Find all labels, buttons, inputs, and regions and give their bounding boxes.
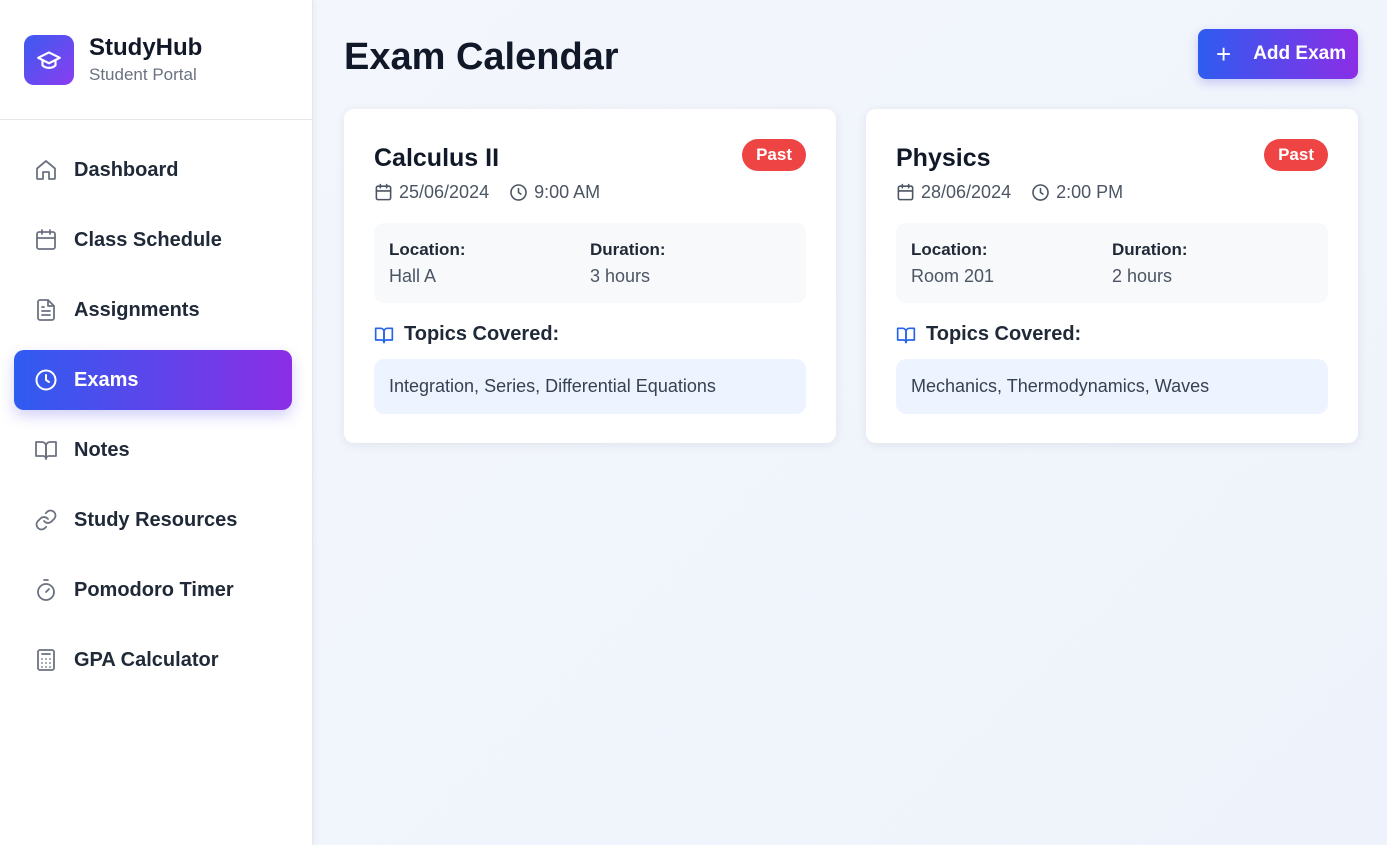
exam-meta: 28/06/2024 2:00 PM [896, 182, 1328, 203]
add-exam-label: Add Exam [1253, 43, 1347, 64]
sidebar-item-class-schedule[interactable]: Class Schedule [14, 210, 292, 270]
home-icon [34, 158, 58, 182]
calendar-icon [34, 228, 58, 252]
clock-icon [1032, 184, 1049, 201]
exam-card[interactable]: Physics Past 28/06/2024 2:00 PM Location… [866, 109, 1358, 443]
exam-card[interactable]: Calculus II Past 25/06/2024 9:00 AM Loca… [344, 109, 836, 443]
calendar-icon [897, 183, 914, 201]
sidebar-item-label: Class Schedule [74, 228, 222, 251]
calendar-icon [375, 183, 392, 201]
exam-subject: Physics [896, 144, 991, 172]
sidebar-item-notes[interactable]: Notes [14, 420, 292, 480]
sidebar-item-label: Dashboard [74, 158, 179, 181]
sidebar-item-dashboard[interactable]: Dashboard [14, 140, 292, 200]
add-exam-button[interactable]: + Add Exam [1198, 29, 1358, 79]
brand-subtitle: Student Portal [89, 64, 197, 84]
sidebar-nav: Dashboard Class Schedule Assignments Exa… [0, 140, 312, 690]
book-icon [34, 438, 58, 462]
page-header: Exam Calendar + Add Exam [344, 29, 1358, 109]
link-icon [34, 508, 58, 532]
exam-time: 9:00 AM [534, 182, 601, 202]
sidebar-item-gpa-calculator[interactable]: GPA Calculator [14, 630, 292, 690]
location-label: Location: [389, 240, 466, 259]
sidebar-item-label: Study Resources [74, 508, 238, 531]
graduation-cap-icon [24, 34, 74, 85]
clock-icon [34, 368, 58, 392]
duration-value: 3 hours [590, 266, 651, 286]
exam-date: 25/06/2024 [399, 182, 490, 202]
book-icon [896, 327, 916, 343]
exam-cards: Calculus II Past 25/06/2024 9:00 AM Loca… [344, 109, 1358, 443]
duration-value: 2 hours [1112, 266, 1173, 286]
location-label: Location: [911, 240, 988, 259]
exam-meta: 25/06/2024 9:00 AM [374, 182, 806, 203]
clock-icon [510, 184, 527, 201]
location-value: Room 201 [911, 266, 995, 286]
page-title: Exam Calendar [344, 36, 619, 78]
exam-details: Location: Room 201 Duration: 2 hours [896, 223, 1328, 303]
sidebar-item-label: GPA Calculator [74, 648, 219, 671]
timer-icon [34, 578, 58, 602]
sidebar-item-study-resources[interactable]: Study Resources [14, 490, 292, 550]
sidebar-item-label: Assignments [74, 298, 200, 321]
exam-date: 28/06/2024 [921, 182, 1012, 202]
status-badge: Past [742, 139, 806, 171]
plus-icon: + [1216, 39, 1232, 69]
topics-list: Mechanics, Thermodynamics, Waves [896, 359, 1328, 414]
sidebar-item-exams[interactable]: Exams [14, 350, 292, 410]
book-icon [374, 327, 394, 343]
brand: StudyHub Student Portal [0, 0, 312, 120]
document-icon [34, 298, 58, 322]
duration-label: Duration: [1112, 240, 1188, 259]
calculator-icon [34, 648, 58, 672]
status-badge: Past [1264, 139, 1328, 171]
sidebar-item-label: Notes [74, 438, 130, 461]
sidebar: StudyHub Student Portal Dashboard Class … [0, 0, 313, 845]
sidebar-item-pomodoro-timer[interactable]: Pomodoro Timer [14, 560, 292, 620]
topics-list: Integration, Series, Differential Equati… [374, 359, 806, 414]
exam-details: Location: Hall A Duration: 3 hours [374, 223, 806, 303]
topics-label: Topics Covered: [926, 323, 1082, 345]
topics-label: Topics Covered: [404, 323, 560, 345]
sidebar-item-label: Pomodoro Timer [74, 578, 234, 601]
sidebar-item-label: Exams [74, 368, 139, 391]
brand-name: StudyHub [89, 33, 203, 61]
duration-label: Duration: [590, 240, 666, 259]
exam-subject: Calculus II [374, 144, 500, 172]
sidebar-item-assignments[interactable]: Assignments [14, 280, 292, 340]
location-value: Hall A [389, 266, 437, 286]
exam-time: 2:00 PM [1056, 182, 1124, 202]
main-content: Exam Calendar + Add Exam Calculus II Pas… [313, 0, 1387, 845]
